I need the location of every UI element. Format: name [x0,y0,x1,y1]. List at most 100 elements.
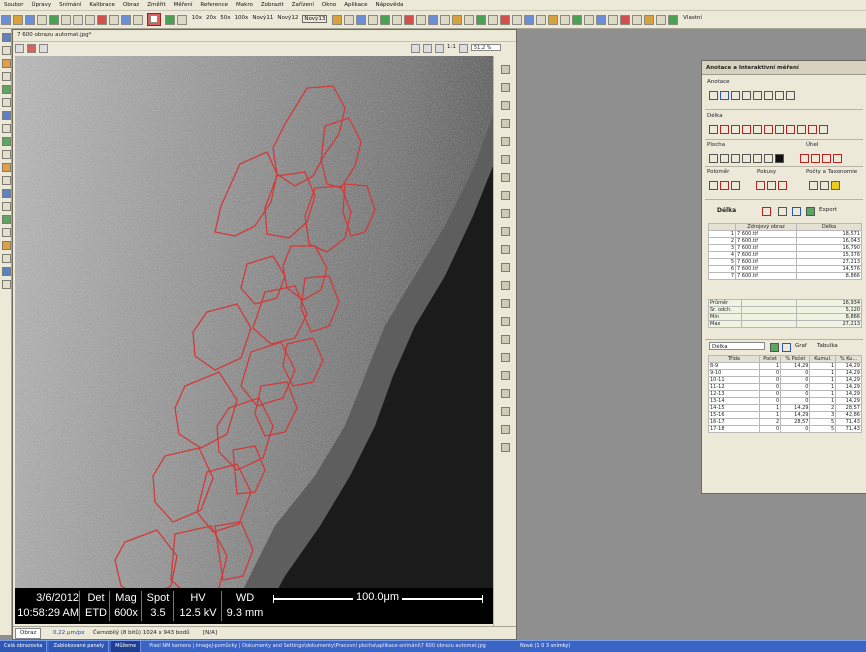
zoom-tool-icon[interactable] [2,46,11,55]
export-button[interactable]: Export [819,207,837,213]
menu-item-device[interactable]: Zařízení [288,0,318,10]
histogram-refresh-icon[interactable] [770,343,779,352]
tool-c-icon[interactable] [560,15,571,25]
export-icon[interactable] [464,15,475,25]
text-annotation-icon[interactable] [720,91,729,100]
menu-item-change[interactable]: Změřit [143,0,169,10]
zoom-10x-button[interactable]: 10x [192,15,202,21]
table-header-length[interactable]: Délka [796,223,862,231]
zoom-icon[interactable] [133,15,143,25]
length-curve-icon[interactable] [764,125,773,134]
taskbar-item-fullscreen[interactable]: Celá obrazovka [0,641,48,652]
side-tool-5-icon[interactable] [501,137,510,146]
side-tool-16-icon[interactable] [501,335,510,344]
menu-item-help[interactable]: Nápověda [371,0,407,10]
histogram-select[interactable]: Délka [709,342,765,350]
count-icon[interactable] [380,15,391,25]
area-circle-icon[interactable] [753,154,762,163]
table-row[interactable]: 17 600.tif 18,571 [708,230,862,238]
table-row[interactable]: 27 600.tif 16,043 [708,237,862,245]
length-perpendicular-icon[interactable] [786,125,795,134]
zoom-in-icon[interactable] [459,44,468,53]
camera-icon[interactable] [488,15,499,25]
fill-tool-icon[interactable] [2,163,11,172]
folder-icon[interactable] [452,15,463,25]
side-tool-18-icon[interactable] [501,371,510,380]
side-tool-14-icon[interactable] [501,299,510,308]
histogram-table-tab[interactable]: Tabulka [817,343,838,349]
zoom-100x-button[interactable]: 100x [235,15,249,21]
grid-icon[interactable] [344,15,355,25]
tool-h-icon[interactable] [620,15,631,25]
side-tool-3-icon[interactable] [501,101,510,110]
wand-tool-icon[interactable] [2,85,11,94]
redo-icon[interactable] [109,15,119,25]
length-vertical-icon[interactable] [742,125,751,134]
length-arc-icon[interactable] [797,125,806,134]
rectangle-icon[interactable] [753,91,762,100]
length-grid-icon[interactable] [819,125,828,134]
help-icon[interactable] [524,15,535,25]
histogram-settings-icon[interactable] [782,343,791,352]
menu-item-capture[interactable]: Snímání [55,0,85,10]
length-multi-icon[interactable] [808,125,817,134]
side-tool-22-icon[interactable] [501,443,510,452]
tool-d-icon[interactable] [572,15,583,25]
hist-header-count[interactable]: Počet [758,355,782,363]
menu-item-window[interactable]: Okno [318,0,340,10]
rect-tool-icon[interactable] [2,72,11,81]
side-tool-6-icon[interactable] [501,155,510,164]
layer-tool-icon[interactable] [2,267,11,276]
sem-image[interactable] [15,56,493,622]
count-marker-icon[interactable] [766,181,776,190]
table-row[interactable]: 57 600.tif 27,213 [708,258,862,266]
side-tool-12-icon[interactable] [501,263,510,272]
pixel-size[interactable]: 0,22 μm/px [53,627,84,639]
undo-icon[interactable] [97,15,107,25]
menu-item-macro[interactable]: Makro [232,0,257,10]
tool-j-icon[interactable] [644,15,655,25]
database-icon[interactable] [476,15,487,25]
fit-icon[interactable] [15,44,24,53]
side-tool-20-icon[interactable] [501,407,510,416]
radius-arc-icon[interactable] [731,181,740,190]
side-tool-9-icon[interactable] [501,209,510,218]
measure-icon[interactable] [164,15,175,25]
length-polyline-icon[interactable] [720,125,729,134]
delete-icon[interactable] [762,207,771,216]
tool-a-icon[interactable] [536,15,547,25]
tool-b-icon[interactable] [548,15,559,25]
layers-icon[interactable] [356,15,367,25]
area-wand-icon[interactable] [764,154,773,163]
area-ellipse-icon[interactable] [720,154,729,163]
info-icon[interactable] [512,15,523,25]
preview-icon[interactable] [423,44,432,53]
image-window-titlebar[interactable]: 7 600 obrazu automat.jpg* [13,30,516,42]
taxonomy-info-icon[interactable] [830,181,840,190]
menu-item-calibration[interactable]: Kalibrace [85,0,118,10]
count-tool-icon[interactable] [2,215,11,224]
zoom-select[interactable]: 51,2 % [471,44,501,51]
side-tool-7-icon[interactable] [501,173,510,182]
side-tool-11-icon[interactable] [501,245,510,254]
side-tool-8-icon[interactable] [501,191,510,200]
taskbar-item-active[interactable]: Můžeme [111,641,142,652]
hist-header-cumulative[interactable]: Kumul. [809,355,837,363]
hist-header-class[interactable]: Třída [708,355,760,363]
stop-icon[interactable] [500,15,511,25]
side-tool-19-icon[interactable] [501,389,510,398]
menu-item-edit[interactable]: Úpravy [27,0,55,10]
side-tool-15-icon[interactable] [501,317,510,326]
area-freehand-icon[interactable] [742,154,751,163]
pointer-tool-icon[interactable] [2,33,11,42]
side-tool-4-icon[interactable] [501,119,510,128]
brush-tool-icon[interactable] [2,137,11,146]
save-icon[interactable] [25,15,35,25]
color-tool-icon[interactable] [2,241,11,250]
length-parallel-icon[interactable] [775,125,784,134]
image-tab[interactable]: Obraz [15,628,42,639]
user-label[interactable]: Vlastní [683,15,702,21]
open-icon[interactable] [13,15,23,25]
copy-icon[interactable] [778,207,787,216]
settings-icon[interactable] [416,15,427,25]
